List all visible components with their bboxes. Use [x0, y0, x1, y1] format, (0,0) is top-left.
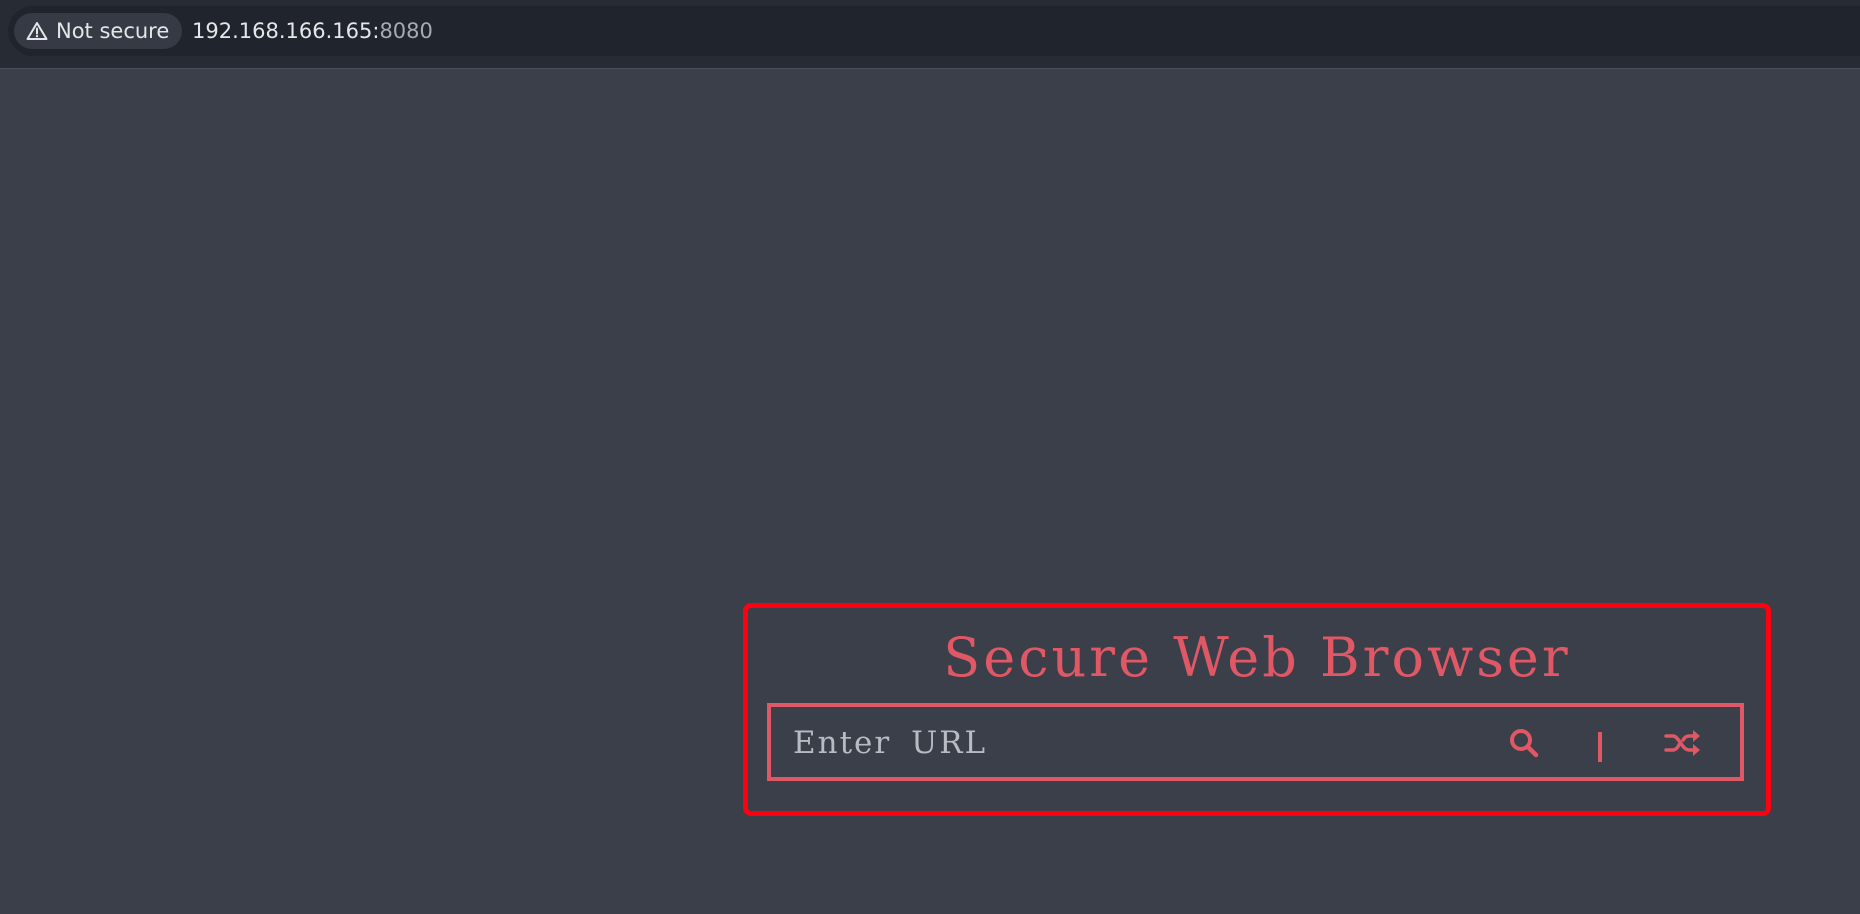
button-divider — [1598, 732, 1602, 762]
search-button[interactable] — [1505, 726, 1543, 764]
warning-triangle-icon — [26, 21, 48, 41]
browser-panel: Secure Web Browser — [743, 603, 1771, 816]
security-indicator[interactable]: Not secure — [14, 13, 183, 49]
random-url-button[interactable] — [1664, 726, 1702, 764]
url-port: 8080 — [379, 19, 433, 43]
url-search-box — [767, 703, 1744, 781]
page-title: Secure Web Browser — [943, 626, 1571, 689]
security-label: Not secure — [56, 19, 170, 43]
shuffle-icon — [1664, 728, 1702, 762]
address-url[interactable]: 192.168.166.165:8080 — [192, 17, 433, 45]
url-host: 192.168.166.165: — [192, 19, 380, 43]
url-input[interactable] — [791, 717, 1475, 769]
search-icon — [1508, 727, 1540, 763]
browser-toolbar: Not secure 192.168.166.165:8080 — [0, 0, 1860, 69]
address-bar[interactable]: Not secure 192.168.166.165:8080 — [8, 6, 1860, 56]
